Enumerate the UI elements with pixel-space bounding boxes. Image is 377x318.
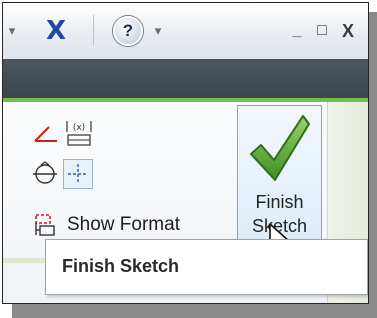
tooltip-title: Finish Sketch — [62, 256, 180, 276]
show-format-button[interactable]: Show Format — [32, 208, 180, 242]
separator — [93, 15, 94, 45]
x-logo-icon: X — [45, 16, 66, 46]
help-dropdown-icon[interactable]: ▾ — [151, 3, 165, 59]
close-button[interactable]: X — [336, 3, 360, 59]
crosshair-icon — [68, 164, 88, 184]
title-bar: ▾ X ? ▾ _ □ X — [3, 3, 368, 59]
angle-dimension-button[interactable] — [31, 120, 61, 150]
app-x-button[interactable]: X — [33, 3, 77, 59]
maximize-button[interactable]: □ — [311, 3, 333, 59]
constraint-icon — [33, 161, 57, 184]
angle-icon — [34, 126, 57, 142]
show-format-label: Show Format — [67, 214, 180, 235]
construction-button[interactable] — [63, 159, 93, 189]
tooltip: Finish Sketch — [45, 239, 368, 295]
ribbon-tab-bar — [3, 59, 368, 98]
svg-text:(x): (x) — [73, 123, 85, 133]
dimension-button[interactable]: (x) — [63, 116, 95, 150]
constraint-button[interactable] — [30, 159, 60, 189]
checkmark-icon — [250, 115, 310, 181]
minimize-button[interactable]: _ — [286, 3, 308, 59]
application-window: ▾ X ? ▾ _ □ X (x) Show Format Finish Ske… — [2, 2, 369, 304]
help-button[interactable]: ? — [111, 3, 145, 59]
dimension-icon: (x) — [66, 121, 92, 146]
qat-dropdown-icon[interactable]: ▾ — [5, 3, 19, 59]
help-icon: ? — [113, 16, 143, 46]
show-format-icon — [35, 214, 55, 236]
